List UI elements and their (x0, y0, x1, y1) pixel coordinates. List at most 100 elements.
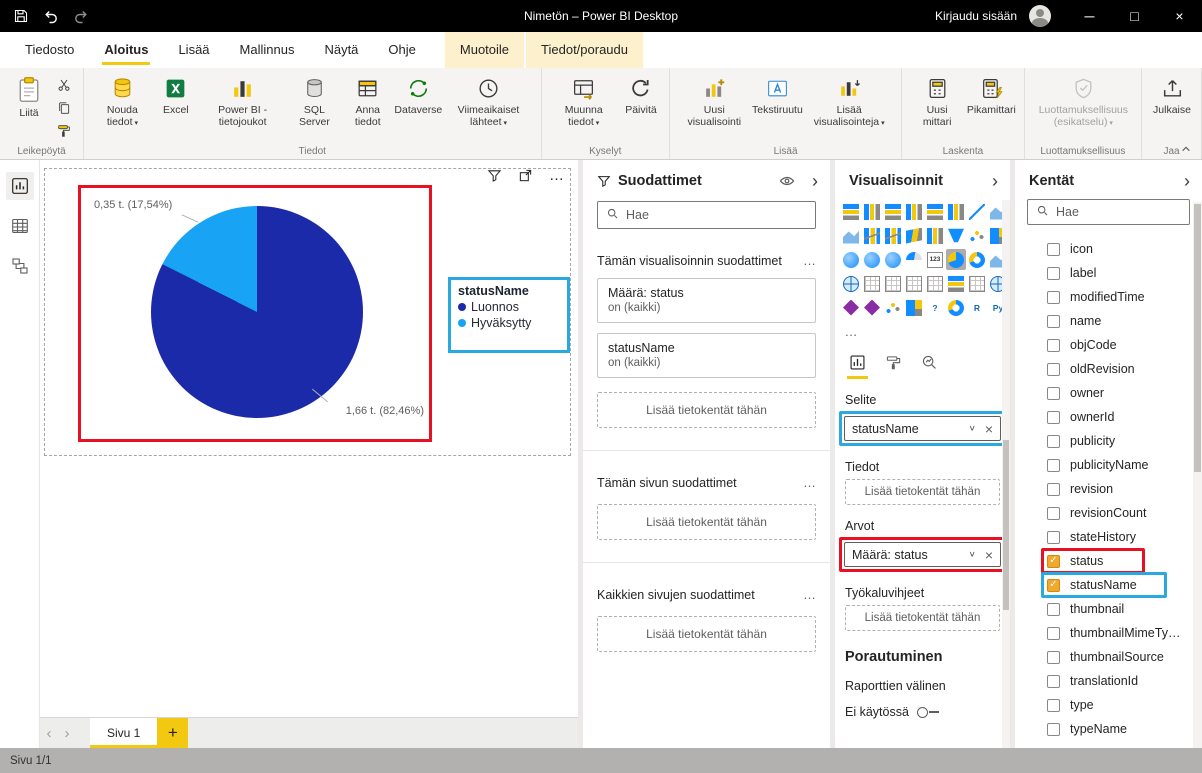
remove-field-icon[interactable]: × (985, 547, 993, 563)
map-button[interactable] (841, 249, 861, 270)
decomposition-tree-button[interactable] (904, 297, 924, 318)
field-item-modifiedtime[interactable]: modifiedTime (1015, 285, 1202, 309)
anna-tiedot-button[interactable]: Anna tiedot (341, 72, 394, 132)
remove-field-icon[interactable]: × (985, 421, 993, 437)
checkbox-ownerid[interactable] (1047, 411, 1060, 424)
clustered-column-chart-button[interactable] (904, 201, 924, 222)
previous-page-icon[interactable]: ‹ (40, 718, 58, 748)
power-automate-button[interactable] (862, 297, 882, 318)
selite-field-pill[interactable]: statusName∨× (844, 416, 1001, 441)
format-painter-button[interactable] (53, 121, 75, 141)
more-options-icon[interactable]: … (803, 253, 816, 268)
field-item-thumbnail[interactable]: thumbnail (1015, 597, 1202, 621)
multi-row-card-button[interactable] (862, 273, 882, 294)
checkbox-typename[interactable] (1047, 723, 1060, 736)
more-options-icon[interactable]: … (803, 475, 816, 490)
tab-tiedosto[interactable]: Tiedosto (10, 32, 89, 68)
power-apps-button[interactable] (841, 297, 861, 318)
waterfall-chart-button[interactable] (925, 225, 945, 246)
cross-report-toggle[interactable] (917, 707, 939, 718)
get-more-visuals-button[interactable]: … (841, 321, 861, 342)
checkbox-icon[interactable] (1047, 243, 1060, 256)
field-item-publicity[interactable]: publicity (1015, 429, 1202, 453)
fields-search[interactable] (1027, 199, 1190, 225)
card-button[interactable]: 123 (925, 249, 945, 270)
field-item-ownerid[interactable]: ownerId (1015, 405, 1202, 429)
checkbox-revision[interactable] (1047, 483, 1060, 496)
checkbox-thumbnailsource[interactable] (1047, 651, 1060, 664)
checkbox-publicityname[interactable] (1047, 459, 1060, 472)
fields-search-input[interactable] (1056, 205, 1181, 219)
field-item-publicityname[interactable]: publicityName (1015, 453, 1202, 477)
checkbox-statusname[interactable]: ✓ (1047, 579, 1060, 592)
field-item-objcode[interactable]: objCode (1015, 333, 1202, 357)
checkbox-thumbnail[interactable] (1047, 603, 1060, 616)
pie-chart-visual[interactable] (151, 206, 363, 418)
stacked-area-chart-button[interactable] (841, 225, 861, 246)
checkbox-publicity[interactable] (1047, 435, 1060, 448)
field-item-revision[interactable]: revision (1015, 477, 1202, 501)
viimeaikaiset-lahteet-button[interactable]: Viimeaikaiset lähteet ▾ (443, 72, 535, 132)
scrollbar-thumb[interactable] (1194, 204, 1201, 472)
scrollbar[interactable] (1193, 202, 1202, 748)
uusi-visualisointi-button[interactable]: Uusi visualisointi (677, 72, 752, 132)
uusi-mittari-button[interactable]: Uusi mittari (909, 72, 965, 132)
tab-muotoile[interactable]: Muotoile (445, 32, 524, 68)
maximize-button[interactable]: □ (1112, 0, 1157, 32)
avatar[interactable] (1029, 5, 1051, 27)
close-button[interactable]: × (1157, 0, 1202, 32)
line-and-stacked-column-chart-button[interactable] (862, 225, 882, 246)
field-item-name[interactable]: name (1015, 309, 1202, 333)
field-item-icon[interactable]: icon (1015, 237, 1202, 261)
field-item-label[interactable]: label (1015, 261, 1202, 285)
checkbox-type[interactable] (1047, 699, 1060, 712)
stacked-column-chart-button[interactable] (862, 201, 882, 222)
tab-ohje[interactable]: Ohje (373, 32, 430, 68)
ribbon-chart-button[interactable] (904, 225, 924, 246)
r-script-visual-button[interactable]: R (967, 297, 987, 318)
next-page-icon[interactable]: › (58, 718, 76, 748)
legend-item-luonnos[interactable]: Luonnos (458, 300, 560, 314)
data-view-button[interactable] (6, 212, 34, 240)
checkbox-thumbnailmimety[interactable] (1047, 627, 1060, 640)
focus-mode-icon[interactable] (518, 168, 533, 183)
save-icon[interactable] (6, 0, 36, 32)
clustered-bar-chart-button[interactable] (883, 201, 903, 222)
field-item-typename[interactable]: typeName (1015, 717, 1202, 741)
luottamuksellisuus-esikatselu-button[interactable]: Luottamuksellisuus (esikatselu) ▾ (1032, 72, 1135, 132)
dataverse-button[interactable]: Dataverse (394, 72, 442, 119)
pie-chart-button[interactable] (946, 249, 966, 270)
filters-search-input[interactable] (626, 208, 807, 222)
copy-button[interactable] (53, 98, 75, 118)
field-item-status[interactable]: ✓status (1015, 549, 1202, 573)
field-item-revisioncount[interactable]: revisionCount (1015, 501, 1202, 525)
tab-aloitus[interactable]: Aloitus (89, 32, 163, 68)
checkbox-name[interactable] (1047, 315, 1060, 328)
sign-in-button[interactable]: Kirjaudu sisään (923, 9, 1029, 23)
checkbox-oldrevision[interactable] (1047, 363, 1060, 376)
checkbox-statehistory[interactable] (1047, 531, 1060, 544)
tab-nayta[interactable]: Näytä (309, 32, 373, 68)
filter-card-statusname[interactable]: statusNameon (kaikki) (597, 333, 816, 378)
shape-map-button[interactable] (883, 249, 903, 270)
checkbox-translationid[interactable] (1047, 675, 1060, 688)
line-and-clustered-column-chart-button[interactable] (883, 225, 903, 246)
collapse-ribbon-button[interactable] (1178, 143, 1194, 155)
report-view-button[interactable] (6, 172, 34, 200)
minimize-button[interactable]: ─ (1067, 0, 1112, 32)
tab-lisaa[interactable]: Lisää (163, 32, 224, 68)
field-item-statusname[interactable]: ✓statusName (1015, 573, 1202, 597)
julkaise-button[interactable]: Julkaise (1149, 72, 1195, 119)
filter-icon[interactable] (487, 168, 502, 183)
filter-card-maara-status[interactable]: Määrä: statuson (kaikki) (597, 278, 816, 323)
model-view-button[interactable] (6, 252, 34, 280)
power-bi-tietojoukot-button[interactable]: Power BI -tietojoukot (198, 72, 288, 132)
format-tab[interactable] (883, 352, 904, 379)
smart-narrative-button[interactable] (946, 273, 966, 294)
chevron-down-icon[interactable]: ∨ (968, 424, 975, 433)
checkbox-modifiedtime[interactable] (1047, 291, 1060, 304)
key-influencers-button[interactable] (883, 297, 903, 318)
field-item-type[interactable]: type (1015, 693, 1202, 717)
filled-map-button[interactable] (862, 249, 882, 270)
lisaa-visualisointeja-button[interactable]: Lisää visualisointeja ▾ (803, 72, 895, 132)
